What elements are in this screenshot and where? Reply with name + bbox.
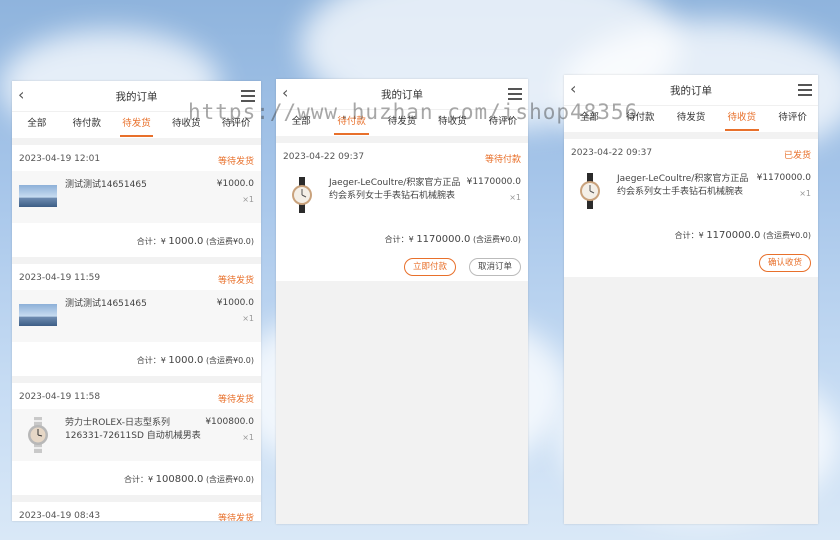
order-date: 2023-04-19 11:58 — [19, 392, 101, 402]
product-quantity: ×1 — [799, 189, 811, 198]
shipping-fee: (含运费¥0.0) — [205, 475, 254, 484]
order-panel-receipt: ‹ 我的订单 全部 待付款 待发货 待收货 待评价 2023-04-22 09:… — [564, 75, 818, 524]
product-name: Jaeger-LeCoultre/积家官方正品 约会系列女士手表钻石机械腕表 — [617, 174, 749, 197]
order-status: 已发货 — [783, 151, 811, 161]
product-quantity: ×1 — [509, 193, 521, 202]
product-name: 测试测试14651465 — [65, 180, 147, 190]
shipping-fee: (含运费¥0.0) — [762, 231, 811, 240]
order-date: 2023-04-19 12:01 — [19, 154, 101, 164]
order-panel-payment: ‹ 我的订单 全部 待付款 待发货 待收货 待评价 2023-04-22 09:… — [276, 79, 528, 524]
tab-pending-review[interactable]: 待评价 — [767, 106, 818, 132]
order-actions: 立即付款 取消订单 — [276, 255, 528, 281]
order-card[interactable]: 2023-04-19 11:59 等待发货 测试测试14651465 ¥1000.… — [12, 264, 261, 376]
product-price: ¥1170000.0 — [466, 177, 521, 187]
total-amount: 100800.0 — [155, 474, 204, 485]
watermark-text: https://www.huzhan.com/ishop48356 — [188, 100, 639, 124]
total-label: 合计：¥ — [136, 356, 166, 365]
menu-icon[interactable] — [798, 84, 812, 96]
product-quantity: ×1 — [242, 195, 254, 204]
order-item[interactable]: Jaeger-LeCoultre/积家官方正品 约会系列女士手表钻石机械腕表 ¥… — [276, 169, 528, 221]
order-card[interactable]: 2023-04-19 12:01 等待发货 测试测试14651465 ¥1000.… — [12, 145, 261, 257]
tab-pending-receipt[interactable]: 待收货 — [716, 106, 767, 132]
order-date: 2023-04-19 08:43 — [19, 511, 101, 521]
product-image — [19, 304, 57, 326]
pay-now-button[interactable]: 立即付款 — [403, 258, 456, 276]
total-label: 合计：¥ — [674, 231, 704, 240]
product-price: ¥1000.0 — [216, 179, 254, 189]
order-status: 等待付款 — [484, 155, 521, 165]
order-status: 等待发货 — [217, 276, 254, 286]
watch-product-image — [580, 173, 600, 209]
total-amount: 1000.0 — [168, 236, 204, 247]
order-total: 合计：¥ 1170000.0 (含运费¥0.0) — [564, 217, 818, 251]
order-total: 合计：¥ 1000.0 (含运费¥0.0) — [12, 342, 261, 376]
order-date: 2023-04-19 11:59 — [19, 273, 101, 283]
order-item[interactable]: 测试测试14651465 ¥1000.0 ×1 — [12, 171, 261, 223]
tab-pending-payment[interactable]: 待付款 — [62, 112, 112, 138]
menu-icon[interactable] — [508, 88, 522, 100]
total-label: 合计：¥ — [136, 237, 166, 246]
total-amount: 1170000.0 — [416, 234, 471, 245]
product-price: ¥1170000.0 — [756, 173, 811, 183]
total-label: 合计：¥ — [124, 475, 154, 484]
order-total: 合计：¥ 1170000.0 (含运费¥0.0) — [276, 221, 528, 255]
order-status: 等待发货 — [217, 157, 254, 167]
product-quantity: ×1 — [242, 314, 254, 323]
order-total: 合计：¥ 1000.0 (含运费¥0.0) — [12, 223, 261, 257]
shipping-fee: (含运费¥0.0) — [205, 356, 254, 365]
order-total: 合计：¥ 100800.0 (含运费¥0.0) — [12, 461, 261, 495]
total-label: 合计：¥ — [384, 235, 414, 244]
order-status: 等待发货 — [217, 514, 254, 521]
order-date: 2023-04-22 09:37 — [283, 152, 365, 162]
order-panel-shipping: ‹ 我的订单 全部 待付款 待发货 待收货 待评价 2023-04-19 12:… — [12, 81, 261, 521]
order-card[interactable]: 2023-04-19 08:43 等待发货 — [12, 502, 261, 521]
shipping-fee: (含运费¥0.0) — [472, 235, 521, 244]
page-title: 我的订单 — [670, 85, 712, 97]
order-card[interactable]: 2023-04-19 11:58 等待发货 劳力士ROLEX-日志型系列 1263… — [12, 383, 261, 495]
product-name: Jaeger-LeCoultre/积家官方正品 约会系列女士手表钻石机械腕表 — [329, 178, 461, 201]
order-actions: 确认收货 — [564, 251, 818, 277]
order-item[interactable]: 测试测试14651465 ¥1000.0 ×1 — [12, 290, 261, 342]
product-quantity: ×1 — [242, 433, 254, 442]
product-name: 劳力士ROLEX-日志型系列 126331-72611SD 自动机械男表 — [65, 418, 201, 441]
total-amount: 1000.0 — [168, 355, 204, 366]
shipping-fee: (含运费¥0.0) — [205, 237, 254, 246]
order-date: 2023-04-22 09:37 — [571, 148, 653, 158]
order-status: 等待发货 — [217, 395, 254, 405]
tab-pending-shipment[interactable]: 待发货 — [666, 106, 717, 132]
watch-product-image — [28, 417, 48, 453]
order-item[interactable]: Jaeger-LeCoultre/积家官方正品 约会系列女士手表钻石机械腕表 ¥… — [564, 165, 818, 217]
watch-product-image — [292, 177, 312, 213]
total-amount: 1170000.0 — [706, 230, 761, 241]
order-item[interactable]: 劳力士ROLEX-日志型系列 126331-72611SD 自动机械男表 ¥10… — [12, 409, 261, 461]
tab-pending-shipment[interactable]: 待发货 — [112, 112, 162, 138]
order-card[interactable]: 2023-04-22 09:37 等待付款 Jaeger-LeCoultre/积家… — [276, 143, 528, 281]
confirm-receipt-button[interactable]: 确认收货 — [758, 254, 811, 272]
tab-all[interactable]: 全部 — [12, 112, 62, 138]
order-card[interactable]: 2023-04-22 09:37 已发货 Jaeger-LeCoultre/积家官… — [564, 139, 818, 277]
product-price: ¥1000.0 — [216, 298, 254, 308]
product-price: ¥100800.0 — [205, 417, 254, 427]
product-image — [19, 185, 57, 207]
cancel-order-button[interactable]: 取消订单 — [468, 258, 521, 276]
product-name: 测试测试14651465 — [65, 299, 147, 309]
